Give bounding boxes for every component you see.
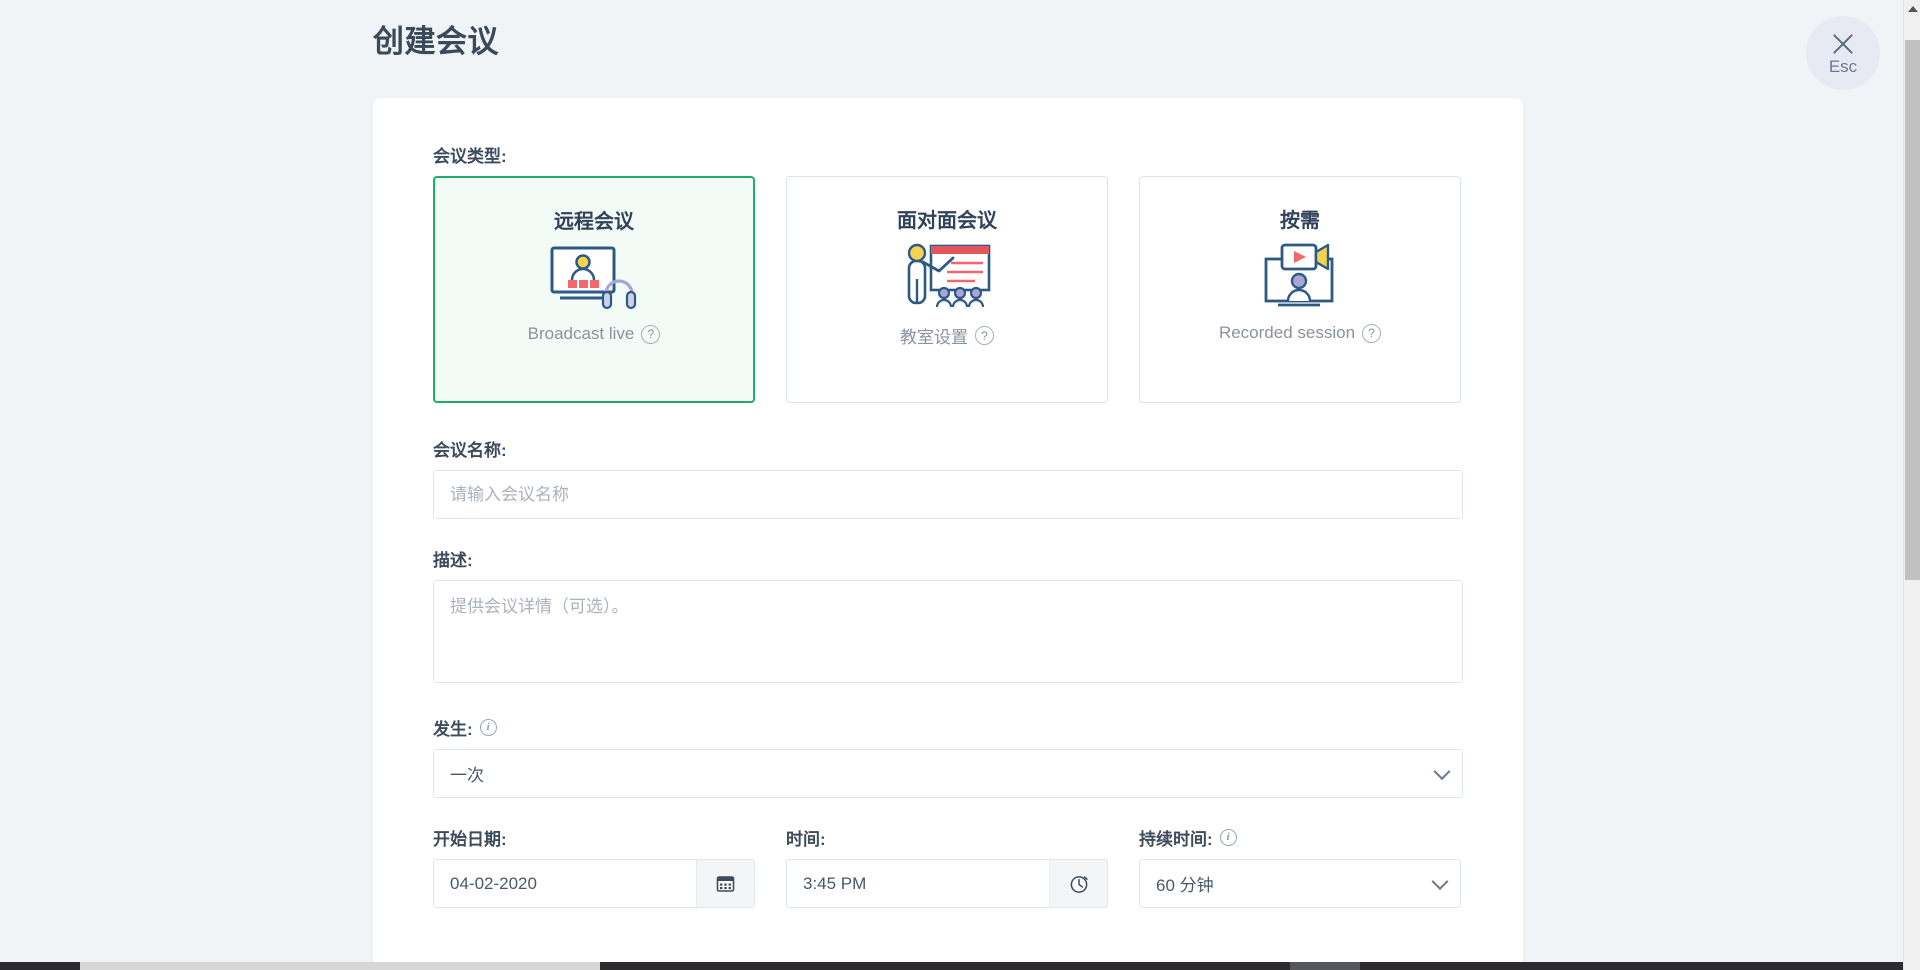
meeting-type-options: 远程会议: [433, 176, 1463, 403]
meeting-type-subtitle: 教室设置 ?: [900, 323, 994, 348]
page-title: 创建会议: [373, 16, 499, 61]
meeting-type-title: 面对面会议: [897, 204, 997, 233]
start-date-label-text: 开始日期:: [433, 825, 507, 850]
time-label: 时间:: [786, 825, 1108, 850]
close-x-icon: [1830, 31, 1856, 57]
horizontal-scrollbar-thumb-secondary[interactable]: [1290, 962, 1360, 970]
duration-select[interactable]: 60 分钟: [1139, 859, 1461, 908]
calendar-picker-button[interactable]: [696, 860, 754, 907]
help-question-icon[interactable]: ?: [641, 325, 660, 344]
occurrence-value: 一次: [450, 761, 484, 786]
time-label-text: 时间:: [786, 825, 826, 850]
vertical-scrollbar-thumb[interactable]: [1905, 40, 1920, 580]
meeting-type-label: 会议类型:: [433, 142, 1463, 167]
meeting-type-subtitle-text: 教室设置: [900, 323, 968, 348]
meeting-type-subtitle: Broadcast live ?: [528, 324, 661, 344]
occurrence-select-wrap: 一次: [433, 749, 1463, 798]
start-date-input-group: [433, 859, 755, 908]
description-label-text: 描述:: [433, 546, 473, 571]
datetime-row: 开始日期:: [433, 825, 1463, 908]
help-question-icon[interactable]: ?: [1362, 324, 1381, 343]
duration-label: 持续时间: i: [1139, 825, 1461, 850]
horizontal-scrollbar[interactable]: [0, 962, 1903, 970]
meeting-type-subtitle: Recorded session ?: [1219, 323, 1381, 343]
start-date-field: 开始日期:: [433, 825, 755, 908]
horizontal-scrollbar-thumb[interactable]: [80, 962, 600, 970]
occurrence-label: 发生: i: [433, 715, 1463, 740]
meeting-name-field: 会议名称:: [433, 436, 1463, 519]
start-date-input[interactable]: [434, 860, 696, 907]
time-input[interactable]: [787, 860, 1049, 907]
video-camera-play-monitor-icon: [1252, 241, 1348, 313]
vertical-scrollbar[interactable]: [1903, 0, 1920, 970]
meeting-name-input[interactable]: [433, 470, 1463, 519]
help-question-icon[interactable]: ?: [975, 326, 994, 345]
time-input-group: [786, 859, 1108, 908]
occurrence-select[interactable]: 一次: [433, 749, 1463, 798]
meeting-type-card-remote[interactable]: 远程会议: [433, 176, 755, 403]
scroll-up-arrow-icon[interactable]: [1904, 0, 1920, 17]
info-icon[interactable]: i: [1220, 829, 1237, 846]
duration-value: 60 分钟: [1156, 871, 1214, 896]
description-textarea[interactable]: [433, 580, 1463, 683]
meeting-name-label: 会议名称:: [433, 436, 1463, 461]
meeting-type-subtitle-text: Recorded session: [1219, 323, 1355, 343]
occurrence-label-text: 发生:: [433, 715, 473, 740]
duration-label-text: 持续时间:: [1139, 825, 1213, 850]
meeting-type-label-text: 会议类型:: [433, 142, 507, 167]
description-label: 描述:: [433, 546, 1463, 571]
meeting-type-subtitle-text: Broadcast live: [528, 324, 635, 344]
monitor-person-headphones-icon: [546, 242, 642, 314]
duration-select-wrap: 60 分钟: [1139, 859, 1461, 908]
calendar-icon: [716, 874, 735, 893]
duration-field: 持续时间: i 60 分钟: [1139, 825, 1461, 908]
meeting-type-title: 按需: [1280, 204, 1320, 233]
form-panel: 会议类型: 远程会议: [373, 98, 1523, 970]
meeting-type-card-inperson[interactable]: 面对面会议: [786, 176, 1108, 403]
time-field: 时间:: [786, 825, 1108, 908]
meeting-type-card-ondemand[interactable]: 按需 Recorded session: [1139, 176, 1461, 403]
create-meeting-modal: 创建会议 Esc 会议类型: 远程会议: [0, 0, 1920, 970]
meeting-type-title: 远程会议: [554, 205, 634, 234]
close-esc-label: Esc: [1829, 58, 1857, 75]
clock-icon: [1069, 874, 1089, 894]
presenter-whiteboard-audience-icon: [899, 241, 995, 313]
close-button[interactable]: Esc: [1806, 16, 1880, 90]
meeting-name-label-text: 会议名称:: [433, 436, 507, 461]
occurrence-field: 发生: i 一次: [433, 715, 1463, 798]
info-icon[interactable]: i: [480, 719, 497, 736]
description-field: 描述:: [433, 546, 1463, 688]
time-picker-button[interactable]: [1049, 860, 1107, 907]
start-date-label: 开始日期:: [433, 825, 755, 850]
